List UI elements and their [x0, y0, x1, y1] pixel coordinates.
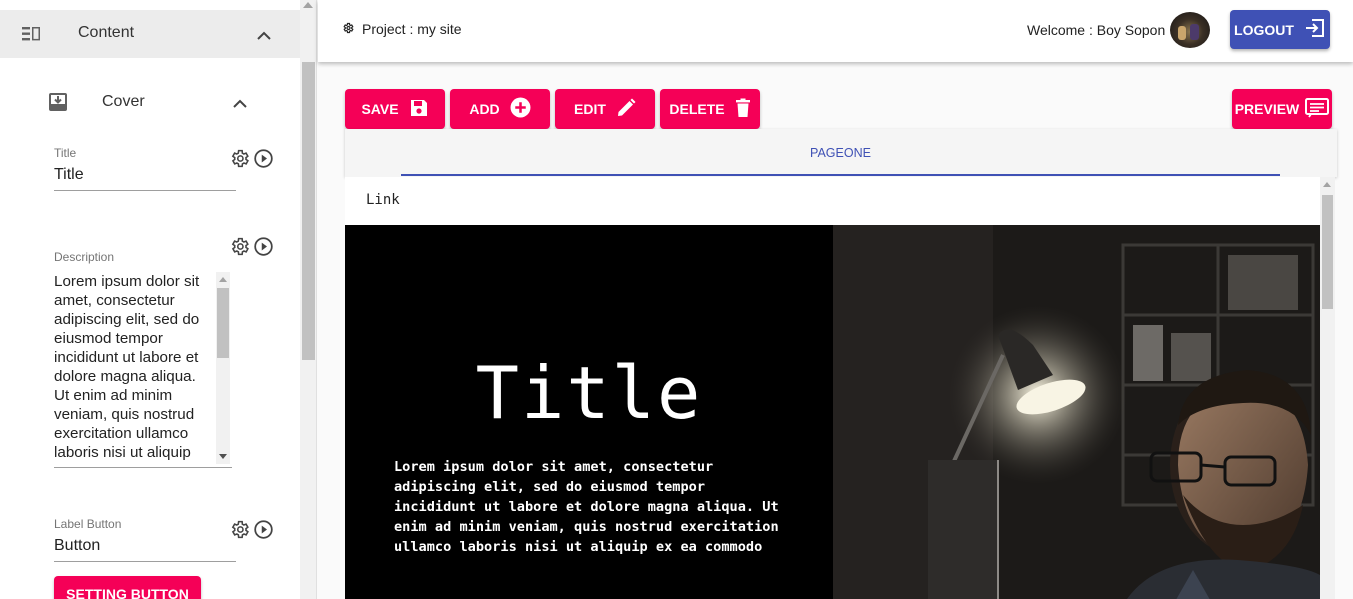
gear-icon[interactable] — [229, 148, 250, 169]
welcome-text: Welcome : Boy Sopon — [1027, 22, 1166, 38]
preview-icon — [1305, 97, 1330, 121]
add-button[interactable]: ADD — [450, 89, 550, 129]
sidebar: Content Cover Title Title Description Lo… — [0, 0, 300, 599]
top-app-bar: Project : my site Welcome : Boy Sopon LO… — [318, 0, 1353, 62]
settings-icon — [342, 21, 354, 37]
label-button-field-label: Label Button — [54, 517, 122, 531]
scroll-down-arrow[interactable] — [219, 454, 227, 459]
description-field-label: Description — [54, 250, 115, 264]
tab-pageone[interactable]: PAGEONE — [401, 129, 1280, 177]
trash-icon — [735, 98, 751, 121]
avatar[interactable] — [1170, 12, 1210, 48]
content-section-header[interactable]: Content — [0, 10, 300, 58]
delete-label: DELETE — [669, 101, 725, 117]
delete-button[interactable]: DELETE — [660, 89, 760, 129]
save-button[interactable]: SAVE — [345, 89, 445, 129]
save-icon — [409, 98, 429, 121]
play-circle-icon[interactable] — [253, 236, 274, 257]
gear-icon[interactable] — [229, 519, 250, 540]
label-button-field[interactable]: Label Button Button — [54, 517, 236, 562]
sidebar-scrollbar[interactable] — [300, 0, 317, 599]
page-tabs: PAGEONE — [345, 129, 1337, 177]
tab-indicator — [401, 174, 1280, 176]
add-label: ADD — [469, 101, 500, 117]
label-button-field-tools — [229, 519, 274, 540]
scroll-thumb[interactable] — [302, 62, 315, 360]
preview-link[interactable]: Link — [366, 192, 400, 208]
hero-description: Lorem ipsum dolor sit amet, consectetur … — [394, 459, 779, 555]
description-field-tools — [229, 236, 274, 257]
scroll-thumb[interactable] — [217, 288, 229, 358]
description-textarea[interactable]: Lorem ipsum dolor sit amet, consectetur … — [54, 272, 232, 468]
gear-icon[interactable] — [229, 236, 250, 257]
description-scrollbar[interactable] — [216, 272, 230, 464]
description-text[interactable]: Lorem ipsum dolor sit amet, consectetur … — [54, 272, 214, 464]
play-circle-icon[interactable] — [253, 148, 274, 169]
scroll-up-arrow[interactable] — [1323, 182, 1331, 187]
chevron-up-icon[interactable] — [232, 96, 248, 114]
edit-label: EDIT — [574, 101, 606, 117]
scroll-thumb[interactable] — [1322, 195, 1333, 309]
title-input[interactable]: Title — [54, 166, 236, 191]
project-name: Project : my site — [362, 21, 462, 37]
title-field-label: Title — [54, 146, 77, 160]
title-field[interactable]: Title Title — [54, 146, 236, 191]
scroll-up-arrow[interactable] — [303, 2, 313, 8]
save-label: SAVE — [361, 101, 399, 117]
logout-icon — [1304, 18, 1326, 41]
page-preview: Link Title Lorem ipsum dolor sit amet, c… — [345, 177, 1320, 599]
project-indicator: Project : my site — [342, 21, 462, 37]
cover-section-header[interactable]: Cover — [0, 82, 300, 122]
label-button-input[interactable]: Button — [54, 537, 236, 562]
cover-section-label: Cover — [102, 93, 145, 110]
view-list-icon — [22, 26, 42, 47]
preview-scrollbar[interactable] — [1320, 177, 1335, 599]
inbox-download-icon — [48, 92, 68, 117]
hero-title: Title — [475, 351, 703, 435]
add-circle-icon — [510, 97, 531, 121]
content-section-label: Content — [78, 24, 135, 41]
pencil-icon — [616, 98, 636, 121]
preview-button[interactable]: PREVIEW — [1232, 89, 1332, 129]
logout-label: LOGOUT — [1234, 21, 1294, 38]
preview-navbar: Link — [345, 177, 1320, 225]
play-circle-icon[interactable] — [253, 519, 274, 540]
setting-button[interactable]: SETTING BUTTON — [54, 576, 201, 599]
description-field: Description — [54, 250, 236, 264]
edit-button[interactable]: EDIT — [555, 89, 655, 129]
chevron-up-icon[interactable] — [256, 28, 272, 46]
logout-button[interactable]: LOGOUT — [1230, 10, 1330, 49]
preview-label: PREVIEW — [1234, 101, 1300, 117]
title-field-tools — [229, 148, 274, 169]
scroll-up-arrow[interactable] — [219, 277, 227, 282]
hero-image — [833, 225, 1320, 599]
